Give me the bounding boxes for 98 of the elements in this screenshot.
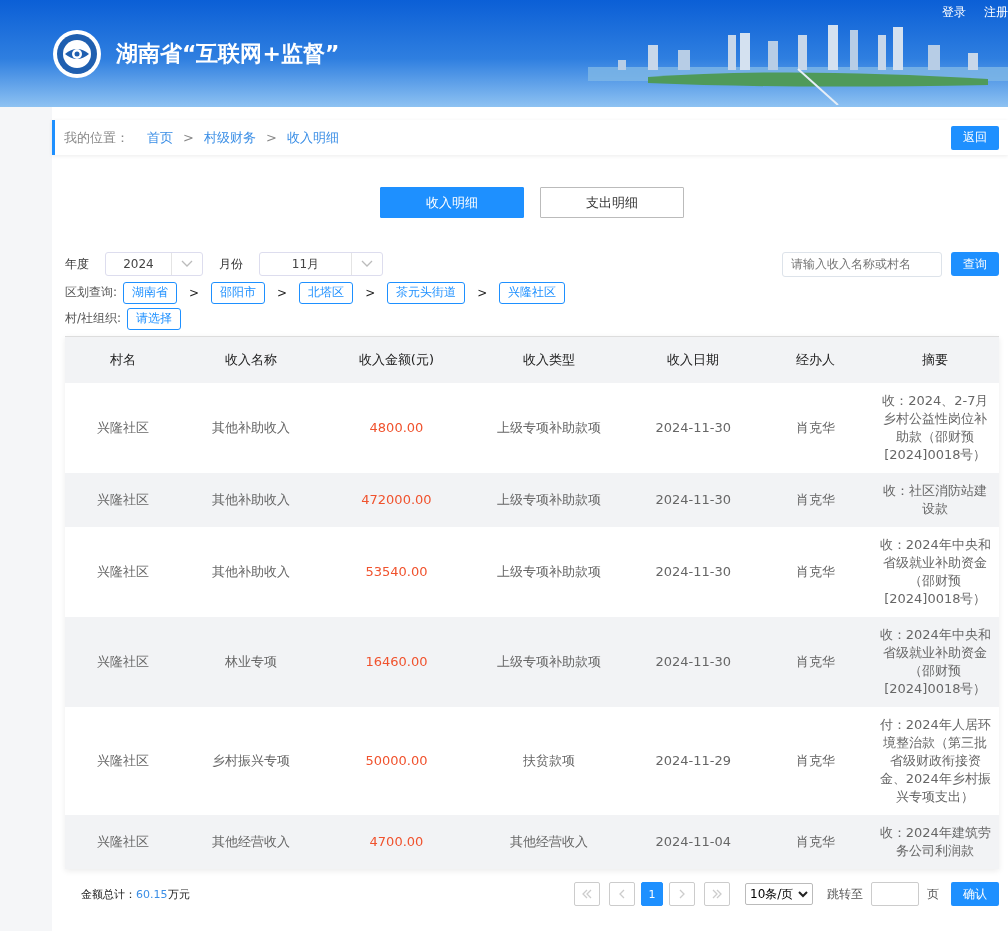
chevron-down-icon — [798, 890, 808, 898]
table-cell: 肖克华 — [759, 527, 872, 617]
table-cell: 53540.00 — [321, 527, 472, 617]
table-cell: 其他补助收入 — [180, 527, 322, 617]
column-header: 收入金额(元) — [321, 336, 472, 383]
header-link[interactable]: 注册 — [984, 4, 1008, 21]
table-cell: 16460.00 — [321, 617, 472, 707]
column-header: 收入名称 — [180, 336, 322, 383]
table-cell: 其他经营收入 — [471, 815, 627, 869]
page-number-field[interactable] — [871, 882, 919, 906]
table-cell: 2024-11-30 — [626, 473, 760, 527]
table-cell: 收：2024年中央和省级就业补助资金（邵财预[2024]0018号） — [871, 617, 999, 707]
table-cell: 乡村振兴专项 — [180, 707, 322, 815]
table-cell: 2024-11-04 — [626, 815, 760, 869]
confirm-button[interactable]: 确认 — [951, 882, 999, 906]
table-cell: 扶贫款项 — [471, 707, 627, 815]
table-cell: 收：2024年建筑劳务公司利润款 — [871, 815, 999, 869]
query-button[interactable]: 查询 — [951, 252, 999, 276]
table-cell: 50000.00 — [321, 707, 472, 815]
table-cell: 2024-11-30 — [626, 383, 760, 473]
region-label: 区划查询: — [65, 284, 118, 301]
table-cell: 4700.00 — [321, 815, 472, 869]
table-cell: 收：社区消防站建设款 — [871, 473, 999, 527]
first-page-button[interactable] — [574, 882, 600, 906]
page-unit-label: 页 — [927, 885, 939, 903]
region-chip[interactable]: 兴隆社区 — [499, 281, 566, 304]
breadcrumb-link[interactable]: 村级财务 — [203, 128, 256, 147]
year-select[interactable]: 2024 — [105, 252, 203, 276]
region-chip[interactable]: 北塔区 — [299, 281, 354, 304]
eye-emblem-icon — [52, 28, 102, 79]
table-cell: 兴隆社区 — [65, 815, 181, 869]
region-chip[interactable]: 湖南省 — [123, 281, 178, 304]
table-cell: 肖克华 — [759, 707, 872, 815]
search-field[interactable]: 请输入收入名称或村名 — [782, 251, 942, 277]
table-cell: 上级专项补助款项 — [471, 383, 627, 473]
breadcrumb-label: 我的位置： — [64, 128, 129, 147]
table-cell: 上级专项补助款项 — [471, 473, 627, 527]
table-cell: 肖克华 — [759, 815, 872, 869]
year-label: 年度 — [65, 255, 89, 273]
back-button[interactable]: 返回 — [951, 125, 999, 150]
tab[interactable]: 支出明细 — [540, 187, 684, 218]
total-amount: 金额总计：60.15万元 — [81, 886, 190, 902]
previous-page-button[interactable] — [609, 882, 635, 906]
table-cell: 2024-11-30 — [626, 617, 760, 707]
table-cell: 付：2024年人居环境整治款（第三批省级财政衔接资金、2024年乡村振兴专项支出） — [871, 707, 999, 815]
column-header: 收入日期 — [626, 336, 760, 383]
breadcrumb-separator: > — [183, 130, 194, 145]
region-chip[interactable]: 茶元头街道 — [387, 281, 466, 304]
next-page-button[interactable] — [669, 882, 695, 906]
page-size-select[interactable]: 10条/页 — [745, 883, 813, 905]
table-cell: 兴隆社区 — [65, 473, 181, 527]
tab[interactable]: 收入明细 — [380, 187, 524, 218]
table-cell: 肖克华 — [759, 383, 872, 473]
table-cell: 收：2024、2-7月乡村公益性岗位补助款（邵财预[2024]0018号） — [871, 383, 999, 473]
jump-label: 跳转至 — [827, 885, 863, 903]
header-link[interactable]: 登录 — [942, 4, 966, 21]
month-select[interactable]: 11月 — [259, 252, 383, 276]
breadcrumb-link[interactable]: 首页 — [147, 128, 173, 147]
table-cell: 肖克华 — [759, 473, 872, 527]
region-separator: > — [277, 285, 288, 300]
chevron-down-icon — [361, 260, 373, 268]
double-chevron-right-icon — [711, 889, 723, 899]
chevron-down-icon — [181, 260, 193, 268]
table-cell: 472000.00 — [321, 473, 472, 527]
table-cell: 兴隆社区 — [65, 527, 181, 617]
table-cell: 兴隆社区 — [65, 707, 181, 815]
breadcrumb-separator: > — [265, 130, 277, 145]
column-header: 经办人 — [759, 336, 872, 383]
region-separator: > — [477, 285, 488, 300]
table-cell: 兴隆社区 — [65, 617, 181, 707]
table-cell: 兴隆社区 — [65, 383, 181, 473]
table-cell: 其他经营收入 — [180, 815, 322, 869]
column-header: 村名 — [65, 336, 181, 383]
breadcrumb-link[interactable]: 收入明细 — [286, 128, 339, 147]
table-cell: 上级专项补助款项 — [471, 527, 627, 617]
organization-label: 村/社组织: — [65, 310, 122, 327]
double-chevron-left-icon — [581, 889, 593, 899]
table-cell: 收：2024年中央和省级就业补助资金（邵财预[2024]0018号） — [871, 527, 999, 617]
table-cell: 其他补助收入 — [180, 383, 322, 473]
table-cell: 上级专项补助款项 — [471, 617, 627, 707]
column-header: 收入类型 — [471, 336, 627, 383]
chevron-left-icon — [618, 889, 626, 899]
organization-select-button[interactable]: 请选择 — [127, 307, 182, 330]
table-cell: 2024-11-30 — [626, 527, 760, 617]
month-label: 月份 — [219, 255, 243, 273]
table-cell: 林业专项 — [180, 617, 322, 707]
chevron-right-icon — [678, 889, 686, 899]
site-title: 湖南省“互联网+监督” — [116, 39, 340, 68]
page-button[interactable]: 1 — [641, 882, 663, 906]
region-chip[interactable]: 邵阳市 — [211, 281, 266, 304]
table-cell: 其他补助收入 — [180, 473, 322, 527]
table-cell: 肖克华 — [759, 617, 872, 707]
table-cell: 2024-11-29 — [626, 707, 760, 815]
column-header: 摘要 — [871, 336, 999, 383]
table-cell: 4800.00 — [321, 383, 472, 473]
region-separator: > — [365, 285, 376, 300]
region-separator: > — [189, 285, 200, 300]
last-page-button[interactable] — [704, 882, 730, 906]
